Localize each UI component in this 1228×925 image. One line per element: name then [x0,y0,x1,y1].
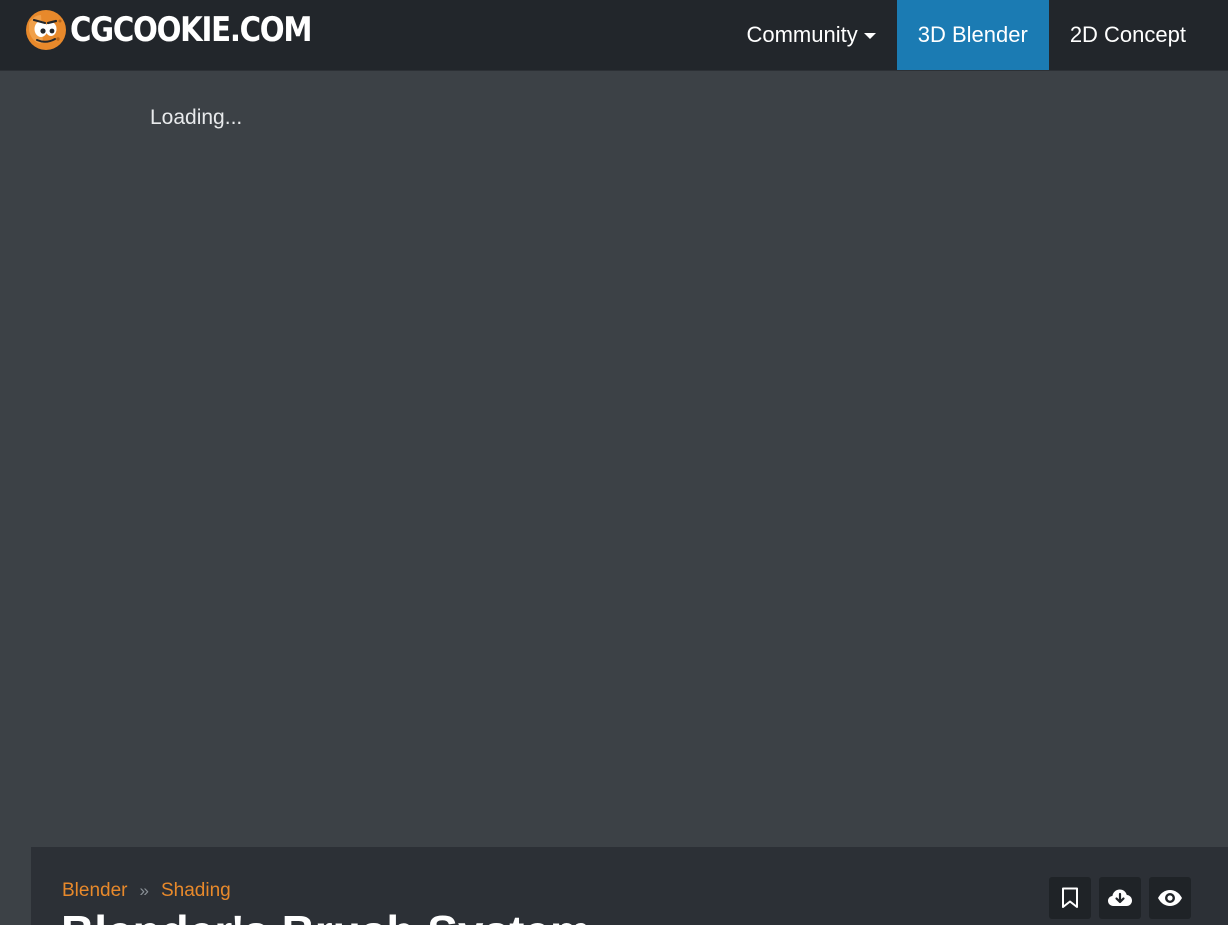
cookie-mascot-icon [26,10,66,50]
nav-item-label: 3D Blender [917,22,1028,47]
breadcrumb-shading[interactable]: Shading [161,880,231,902]
top-navbar: CGCOOKIE.COM Community 3D Blender 2D Con… [0,0,1228,71]
lesson-title: Blender's Brush System [61,905,591,925]
nav-item-2d-concept[interactable]: 2D Concept [1049,0,1207,70]
nav-item-label: 2D Concept [1069,22,1186,47]
download-button[interactable] [1099,877,1141,919]
breadcrumb: Blender » Shading [62,880,231,902]
lesson-actions [1041,877,1191,919]
eye-icon [1158,890,1182,906]
main-nav: Community 3D Blender 2D Concept [725,0,1207,70]
video-player[interactable]: Loading... [0,71,1228,847]
loading-message: Loading... [150,106,243,129]
breadcrumb-blender[interactable]: Blender [62,880,128,902]
site-logo[interactable]: CGCOOKIE.COM [25,5,350,55]
nav-item-3d-blender[interactable]: 3D Blender [896,0,1049,70]
lesson-info-panel: Blender » Shading Blender's Brush System [31,847,1228,925]
caret-down-icon [863,33,876,39]
bookmark-icon [1062,887,1078,908]
nav-item-label: Community [746,22,858,47]
bookmark-button[interactable] [1049,877,1091,919]
cloud-download-icon [1108,889,1132,906]
watch-button[interactable] [1149,877,1191,919]
nav-item-community[interactable]: Community [725,0,896,70]
logo-text: CGCOOKIE.COM [70,10,312,50]
breadcrumb-separator: » [139,881,149,900]
